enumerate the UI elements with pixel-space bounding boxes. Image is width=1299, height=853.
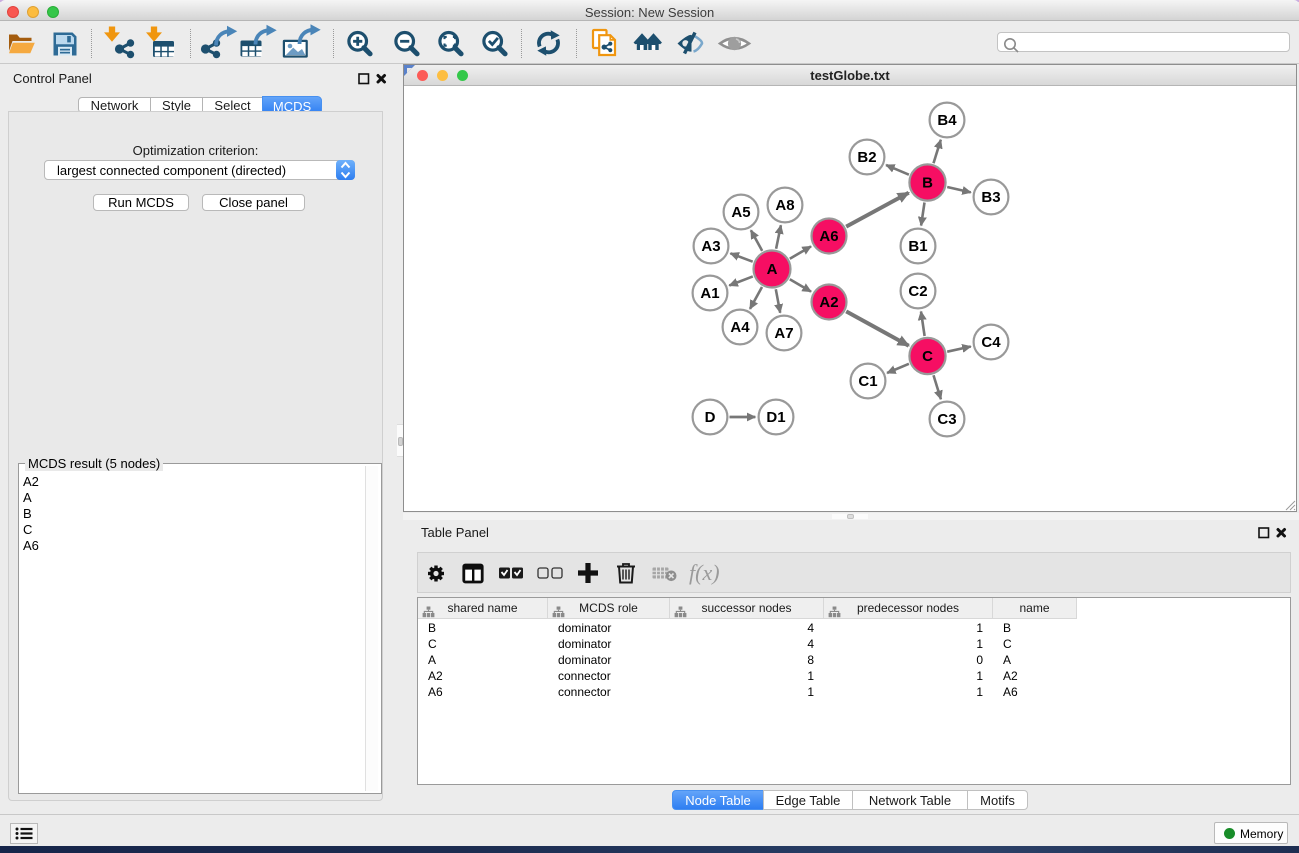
svg-text:A2: A2: [819, 294, 838, 311]
svg-text:A3: A3: [701, 238, 720, 255]
svg-text:D1: D1: [766, 409, 785, 426]
svg-text:B4: B4: [937, 112, 957, 129]
svg-text:C: C: [922, 348, 933, 365]
svg-text:C2: C2: [908, 283, 927, 300]
svg-text:A: A: [767, 261, 778, 278]
svg-text:A8: A8: [775, 197, 794, 214]
svg-text:A5: A5: [731, 204, 750, 221]
svg-text:D: D: [705, 409, 716, 426]
svg-text:B2: B2: [857, 149, 876, 166]
svg-text:C4: C4: [981, 334, 1001, 351]
svg-text:C1: C1: [858, 373, 877, 390]
svg-text:B3: B3: [981, 189, 1000, 206]
svg-text:A7: A7: [774, 325, 793, 342]
svg-text:B: B: [922, 175, 933, 192]
svg-text:A4: A4: [730, 319, 750, 336]
svg-text:C3: C3: [937, 411, 956, 428]
svg-text:A1: A1: [700, 285, 719, 302]
svg-text:f(x): f(x): [689, 560, 720, 585]
svg-text:B1: B1: [908, 238, 927, 255]
svg-text:A6: A6: [819, 228, 838, 245]
